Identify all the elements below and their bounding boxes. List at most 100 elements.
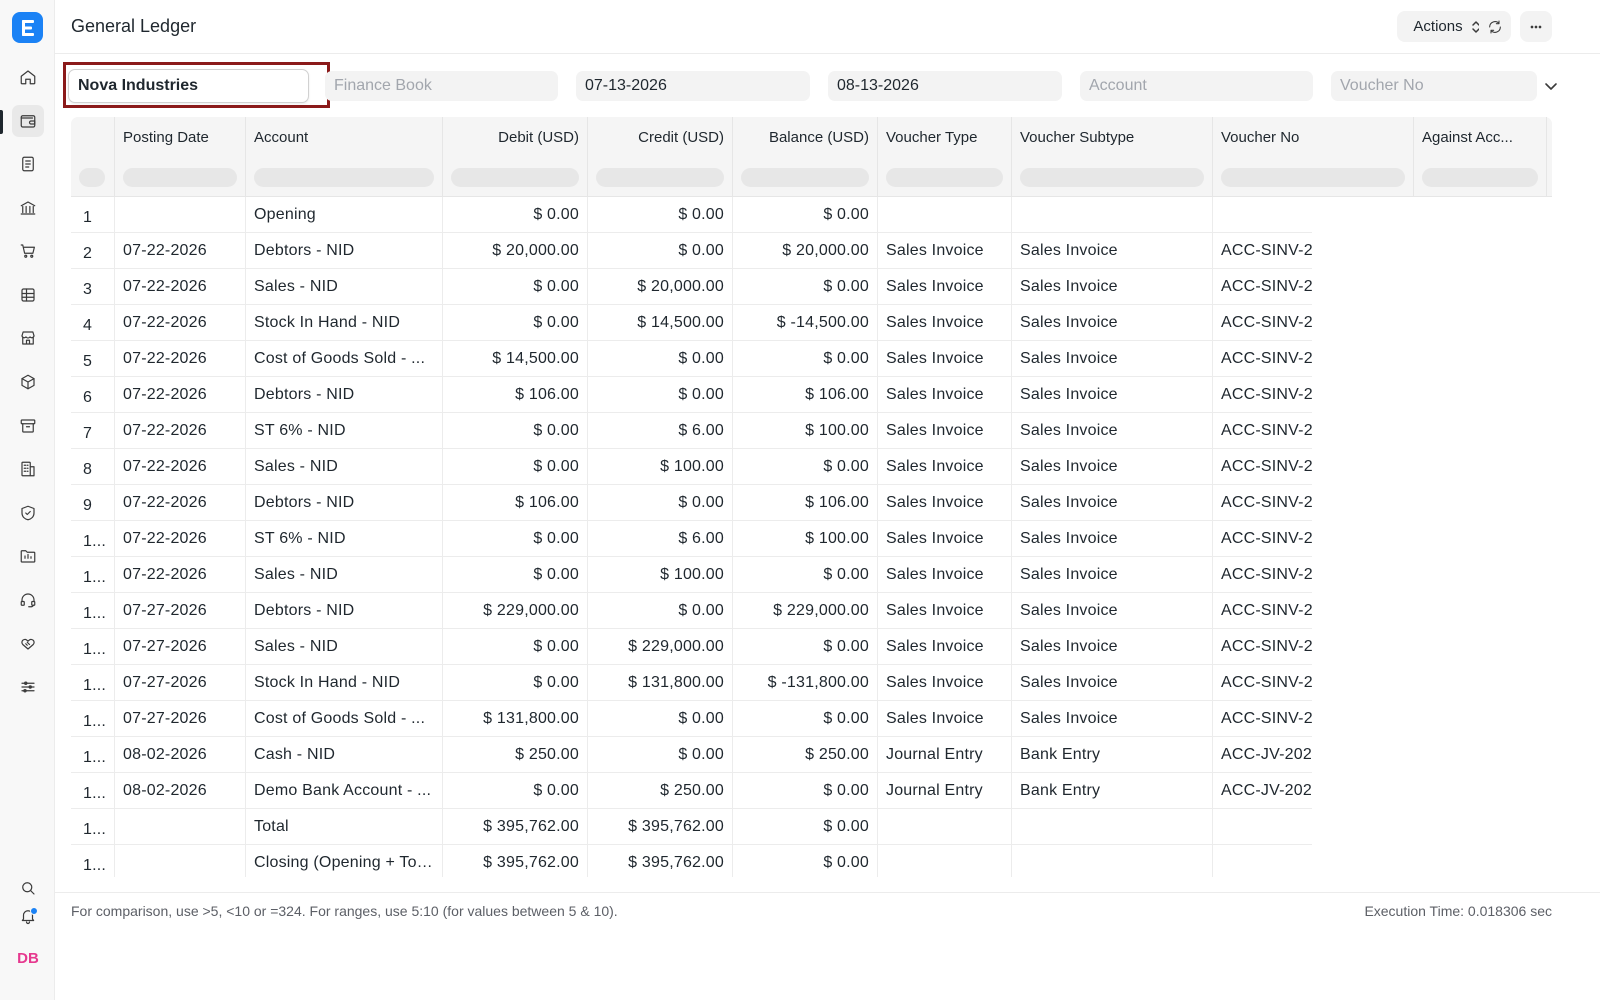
table-row[interactable]: 4 07-22-2026 Stock In Hand - NID $ 0.00 $ 14… xyxy=(71,305,1312,341)
voucher-type-cell[interactable] xyxy=(878,197,1012,233)
balance-cell[interactable]: $ -131,800.00 xyxy=(733,665,878,701)
balance-cell[interactable]: $ 0.00 xyxy=(733,773,878,809)
account-cell[interactable]: Stock In Hand - NID xyxy=(246,665,443,701)
voucher-subtype-cell[interactable]: Bank Entry xyxy=(1012,773,1213,809)
debit-cell[interactable]: $ 106.00 xyxy=(443,377,588,413)
document-icon[interactable] xyxy=(12,148,44,180)
posting-date-cell[interactable]: 07-22-2026 xyxy=(115,413,246,449)
credit-cell[interactable]: $ 0.00 xyxy=(588,593,733,629)
voucher-type-cell[interactable]: Sales Invoice xyxy=(878,593,1012,629)
row-index-cell[interactable]: 1... xyxy=(71,809,115,845)
debit-cell[interactable]: $ 106.00 xyxy=(443,485,588,521)
voucher-no-cell[interactable]: ACC-SINV-20 xyxy=(1213,449,1312,485)
filter-cell-debit[interactable] xyxy=(443,157,588,197)
company-filter[interactable]: Nova Industries xyxy=(68,69,309,103)
package-icon[interactable] xyxy=(12,366,44,398)
table-row[interactable]: 8 07-22-2026 Sales - NID $ 0.00 $ 100.00 $ 0.… xyxy=(71,449,1312,485)
filter-cell-voucher-no[interactable] xyxy=(1213,157,1414,197)
posting-date-cell[interactable] xyxy=(115,845,246,877)
account-cell[interactable]: Cost of Goods Sold - ... xyxy=(246,341,443,377)
table-row[interactable]: 1... 07-27-2026 Stock In Hand - NID $ 0.00 $… xyxy=(71,665,1312,701)
from-date-filter[interactable]: 07-13-2026 xyxy=(576,71,810,101)
credit-cell[interactable]: $ 0.00 xyxy=(588,197,733,233)
column-header-credit[interactable]: Credit (USD) xyxy=(588,117,733,157)
row-index-cell[interactable]: 8 xyxy=(71,449,115,485)
voucher-no-cell[interactable]: ACC-SINV-20 xyxy=(1213,269,1312,305)
table-row[interactable]: 1... 07-22-2026 Sales - NID $ 0.00 $ 100.00 $… xyxy=(71,557,1312,593)
wallet-icon[interactable] xyxy=(12,105,44,137)
balance-cell[interactable]: $ 250.00 xyxy=(733,737,878,773)
balance-cell[interactable]: $ 106.00 xyxy=(733,377,878,413)
column-header-voucher-subtype[interactable]: Voucher Subtype xyxy=(1012,117,1213,157)
filter-cell-party[interactable] xyxy=(1547,157,1552,197)
voucher-subtype-cell[interactable]: Sales Invoice xyxy=(1012,233,1213,269)
voucher-subtype-cell[interactable]: Sales Invoice xyxy=(1012,665,1213,701)
debit-cell[interactable]: $ 0.00 xyxy=(443,557,588,593)
voucher-type-cell[interactable]: Sales Invoice xyxy=(878,485,1012,521)
posting-date-cell[interactable]: 07-27-2026 xyxy=(115,701,246,737)
voucher-subtype-cell[interactable]: Sales Invoice xyxy=(1012,413,1213,449)
column-header-against-account[interactable]: Against Acc... xyxy=(1414,117,1547,157)
posting-date-cell[interactable]: 07-27-2026 xyxy=(115,665,246,701)
account-cell[interactable]: Sales - NID xyxy=(246,557,443,593)
store-icon[interactable] xyxy=(12,322,44,354)
balance-cell[interactable]: $ -14,500.00 xyxy=(733,305,878,341)
balance-cell[interactable]: $ 0.00 xyxy=(733,845,878,877)
debit-cell[interactable]: $ 0.00 xyxy=(443,773,588,809)
cart-icon[interactable] xyxy=(12,235,44,267)
filter-cell-posting-date[interactable] xyxy=(115,157,246,197)
table-row[interactable]: 9 07-22-2026 Debtors - NID $ 106.00 $ 0.00 $ … xyxy=(71,485,1312,521)
more-filters-toggle[interactable] xyxy=(1541,76,1561,96)
account-cell[interactable]: Sales - NID xyxy=(246,269,443,305)
credit-cell[interactable]: $ 6.00 xyxy=(588,521,733,557)
voucher-no-filter[interactable]: Voucher No xyxy=(1331,71,1537,101)
posting-date-cell[interactable] xyxy=(115,809,246,845)
account-cell[interactable]: Total xyxy=(246,809,443,845)
account-cell[interactable]: Stock In Hand - NID xyxy=(246,305,443,341)
debit-cell[interactable]: $ 395,762.00 xyxy=(443,845,588,877)
filter-cell-balance[interactable] xyxy=(733,157,878,197)
posting-date-cell[interactable]: 07-27-2026 xyxy=(115,593,246,629)
balance-cell[interactable]: $ 0.00 xyxy=(733,269,878,305)
posting-date-cell[interactable]: 07-22-2026 xyxy=(115,305,246,341)
debit-cell[interactable]: $ 0.00 xyxy=(443,665,588,701)
column-header-debit[interactable]: Debit (USD) xyxy=(443,117,588,157)
posting-date-cell[interactable]: 08-02-2026 xyxy=(115,773,246,809)
voucher-type-cell[interactable]: Sales Invoice xyxy=(878,665,1012,701)
voucher-no-cell[interactable]: ACC-SINV-20 xyxy=(1213,557,1312,593)
voucher-no-cell[interactable]: ACC-SINV-20 xyxy=(1213,233,1312,269)
voucher-type-cell[interactable] xyxy=(878,809,1012,845)
table-row[interactable]: 1... 08-02-2026 Cash - NID $ 250.00 $ 0.00 $ … xyxy=(71,737,1312,773)
avatar[interactable]: DB xyxy=(12,944,44,972)
debit-cell[interactable]: $ 0.00 xyxy=(443,413,588,449)
voucher-subtype-cell[interactable]: Sales Invoice xyxy=(1012,485,1213,521)
debit-cell[interactable]: $ 20,000.00 xyxy=(443,233,588,269)
row-index-cell[interactable]: 1 xyxy=(71,197,115,233)
posting-date-cell[interactable]: 07-22-2026 xyxy=(115,485,246,521)
posting-date-cell[interactable]: 07-27-2026 xyxy=(115,629,246,665)
credit-cell[interactable]: $ 395,762.00 xyxy=(588,809,733,845)
debit-cell[interactable]: $ 0.00 xyxy=(443,449,588,485)
account-cell[interactable]: Sales - NID xyxy=(246,629,443,665)
bank-icon[interactable] xyxy=(12,192,44,224)
balance-cell[interactable]: $ 20,000.00 xyxy=(733,233,878,269)
balance-cell[interactable]: $ 106.00 xyxy=(733,485,878,521)
account-cell[interactable]: Opening xyxy=(246,197,443,233)
voucher-no-cell[interactable]: ACC-SINV-20 xyxy=(1213,485,1312,521)
voucher-subtype-cell[interactable]: Sales Invoice xyxy=(1012,593,1213,629)
column-header-voucher-type[interactable]: Voucher Type xyxy=(878,117,1012,157)
voucher-subtype-cell[interactable]: Sales Invoice xyxy=(1012,305,1213,341)
column-header-voucher-no[interactable]: Voucher No xyxy=(1213,117,1414,157)
row-index-cell[interactable]: 1... xyxy=(71,665,115,701)
account-cell[interactable]: Cash - NID xyxy=(246,737,443,773)
voucher-subtype-cell[interactable]: Sales Invoice xyxy=(1012,557,1213,593)
account-filter[interactable]: Account xyxy=(1080,71,1313,101)
voucher-subtype-cell[interactable]: Sales Invoice xyxy=(1012,629,1213,665)
voucher-no-cell[interactable]: ACC-SINV-20 xyxy=(1213,701,1312,737)
credit-cell[interactable]: $ 0.00 xyxy=(588,377,733,413)
posting-date-cell[interactable]: 08-02-2026 xyxy=(115,737,246,773)
voucher-type-cell[interactable]: Journal Entry xyxy=(878,773,1012,809)
table-row[interactable]: 1... 08-02-2026 Demo Bank Account - ... $ 0… xyxy=(71,773,1312,809)
row-index-cell[interactable]: 1... xyxy=(71,557,115,593)
row-index-cell[interactable]: 1... xyxy=(71,593,115,629)
